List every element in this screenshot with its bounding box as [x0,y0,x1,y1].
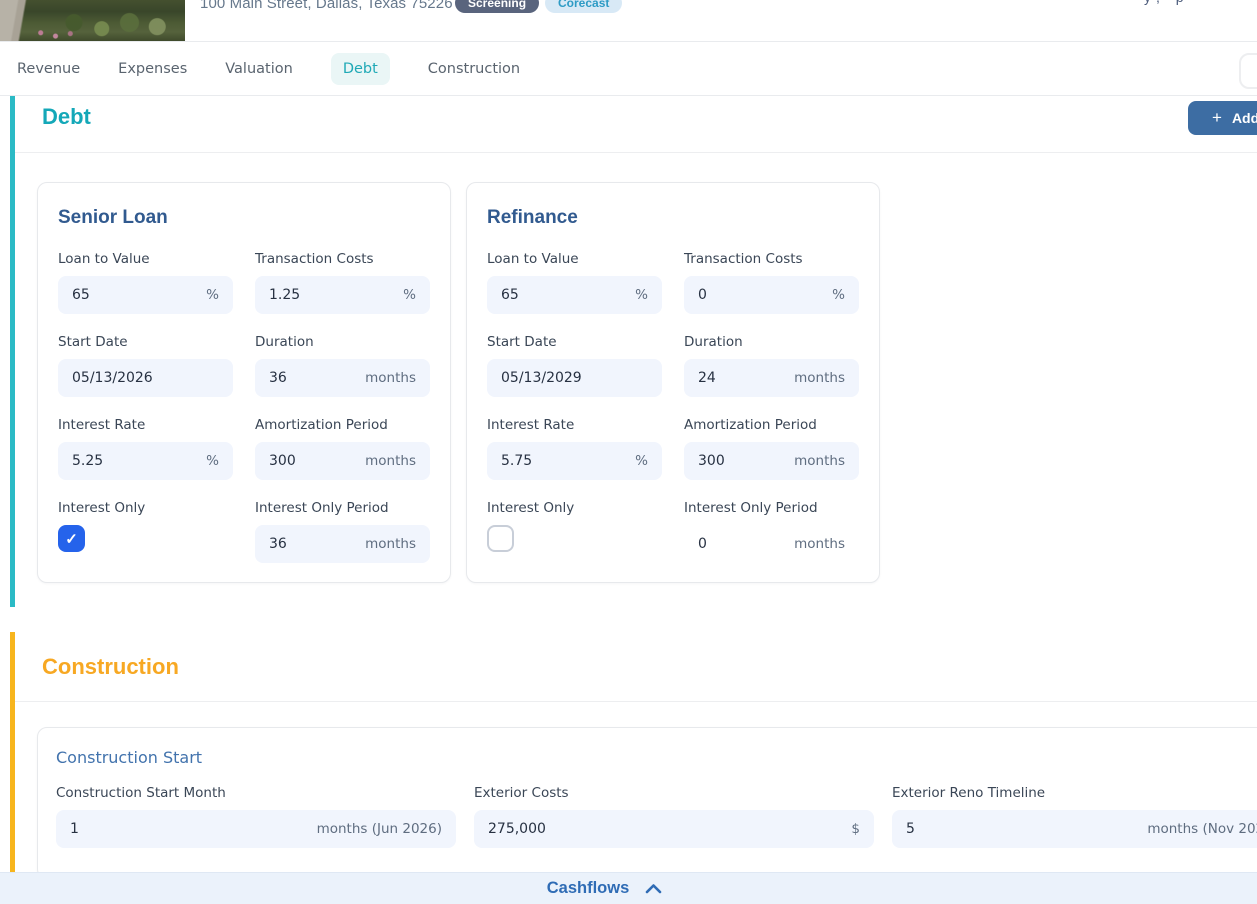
field-refi-interest-only-period: Interest Only Period 0 months [684,500,859,563]
senior-loan-card-title: Senior Loan [58,207,430,229]
chevron-up-icon [645,883,662,894]
tab-valuation[interactable]: Valuation [225,61,293,77]
tab-debt[interactable]: Debt [331,53,390,85]
tab-expenses[interactable]: Expenses [118,61,187,77]
refi-duration-input[interactable]: 24 months [684,359,859,397]
senior-interest-only-period-input[interactable]: 36 months [255,525,430,563]
construction-section-title: Construction [42,654,179,680]
senior-loan-card: Senior Loan Loan to Value 65 % Transacti… [37,182,451,583]
add-loan-button-label: Add [1232,110,1257,126]
field-exterior-costs: Exterior Costs 275,000 $ [474,785,874,848]
debt-divider [15,152,1257,153]
tab-revenue[interactable]: Revenue [17,61,80,77]
cashflows-label: Cashflows [547,879,630,898]
construction-start-card-title: Construction Start [56,748,1257,767]
refi-interest-only-period-input[interactable]: 0 months [684,525,859,563]
senior-amortization-period-input[interactable]: 300 months [255,442,430,480]
senior-start-date-input[interactable]: 05/13/2026 [58,359,233,397]
field-exterior-reno-timeline: Exterior Reno Timeline 5 months (Nov 202… [892,785,1257,848]
section-tab-bar: Revenue Expenses Valuation Debt Construc… [0,42,1257,96]
debt-section-accent-bar [10,96,15,607]
tab-construction[interactable]: Construction [428,61,520,77]
app-header: 100 Main Street, Dallas, Texas 75226 Scr… [0,0,1257,42]
construction-start-card: Construction Start Construction Start Mo… [37,727,1257,879]
cashflows-toggle-bar[interactable]: Cashflows [0,872,1257,904]
checkmark-icon: ✓ [65,530,78,548]
field-refi-start-date: Start Date 05/13/2029 [487,334,662,397]
field-senior-interest-rate: Interest Rate 5.25 % [58,417,233,480]
refinance-card: Refinance Loan to Value 65 % Transaction… [466,182,880,583]
refi-interest-rate-input[interactable]: 5.75 % [487,442,662,480]
add-loan-button[interactable]: + Add [1188,101,1257,135]
senior-interest-only-checkbox[interactable]: ✓ [58,525,85,552]
property-photo [0,0,185,41]
tabbar-partial-button[interactable] [1239,53,1257,89]
field-refi-loan-to-value: Loan to Value 65 % [487,251,662,314]
construction-section-accent-bar [10,632,15,904]
senior-transaction-costs-input[interactable]: 1.25 % [255,276,430,314]
field-senior-amortization-period: Amortization Period 300 months [255,417,430,480]
field-senior-duration: Duration 36 months [255,334,430,397]
exterior-reno-timeline-input[interactable]: 5 months (Nov 2026) [892,810,1257,848]
senior-interest-rate-input[interactable]: 5.25 % [58,442,233,480]
senior-duration-input[interactable]: 36 months [255,359,430,397]
refinance-card-title: Refinance [487,207,859,229]
refi-loan-to-value-input[interactable]: 65 % [487,276,662,314]
field-refi-interest-rate: Interest Rate 5.75 % [487,417,662,480]
senior-loan-to-value-input[interactable]: 65 % [58,276,233,314]
refi-start-date-input[interactable]: 05/13/2029 [487,359,662,397]
field-refi-transaction-costs: Transaction Costs 0 % [684,251,859,314]
construction-divider [15,701,1257,702]
status-badge-screening: Screening [455,0,539,13]
field-senior-loan-to-value: Loan to Value 65 % [58,251,233,314]
refi-interest-only-checkbox[interactable] [487,525,514,552]
status-badge-corecast: Corecast [545,0,622,13]
field-senior-interest-only: Interest Only ✓ [58,500,233,563]
construction-start-month-input[interactable]: 1 months (Jun 2026) [56,810,456,848]
refi-amortization-period-input[interactable]: 300 months [684,442,859,480]
field-refi-interest-only: Interest Only [487,500,662,563]
exterior-costs-input[interactable]: 275,000 $ [474,810,874,848]
field-refi-duration: Duration 24 months [684,334,859,397]
field-senior-start-date: Start Date 05/13/2026 [58,334,233,397]
field-senior-interest-only-period: Interest Only Period 36 months [255,500,430,563]
debt-section-title: Debt [42,104,91,130]
refi-transaction-costs-input[interactable]: 0 % [684,276,859,314]
cropped-header-text: y, p [1144,0,1190,5]
field-construction-start-month: Construction Start Month 1 months (Jun 2… [56,785,456,848]
field-refi-amortization-period: Amortization Period 300 months [684,417,859,480]
plus-icon: + [1212,108,1222,128]
field-senior-transaction-costs: Transaction Costs 1.25 % [255,251,430,314]
property-address: 100 Main Street, Dallas, Texas 75226 [200,0,453,13]
